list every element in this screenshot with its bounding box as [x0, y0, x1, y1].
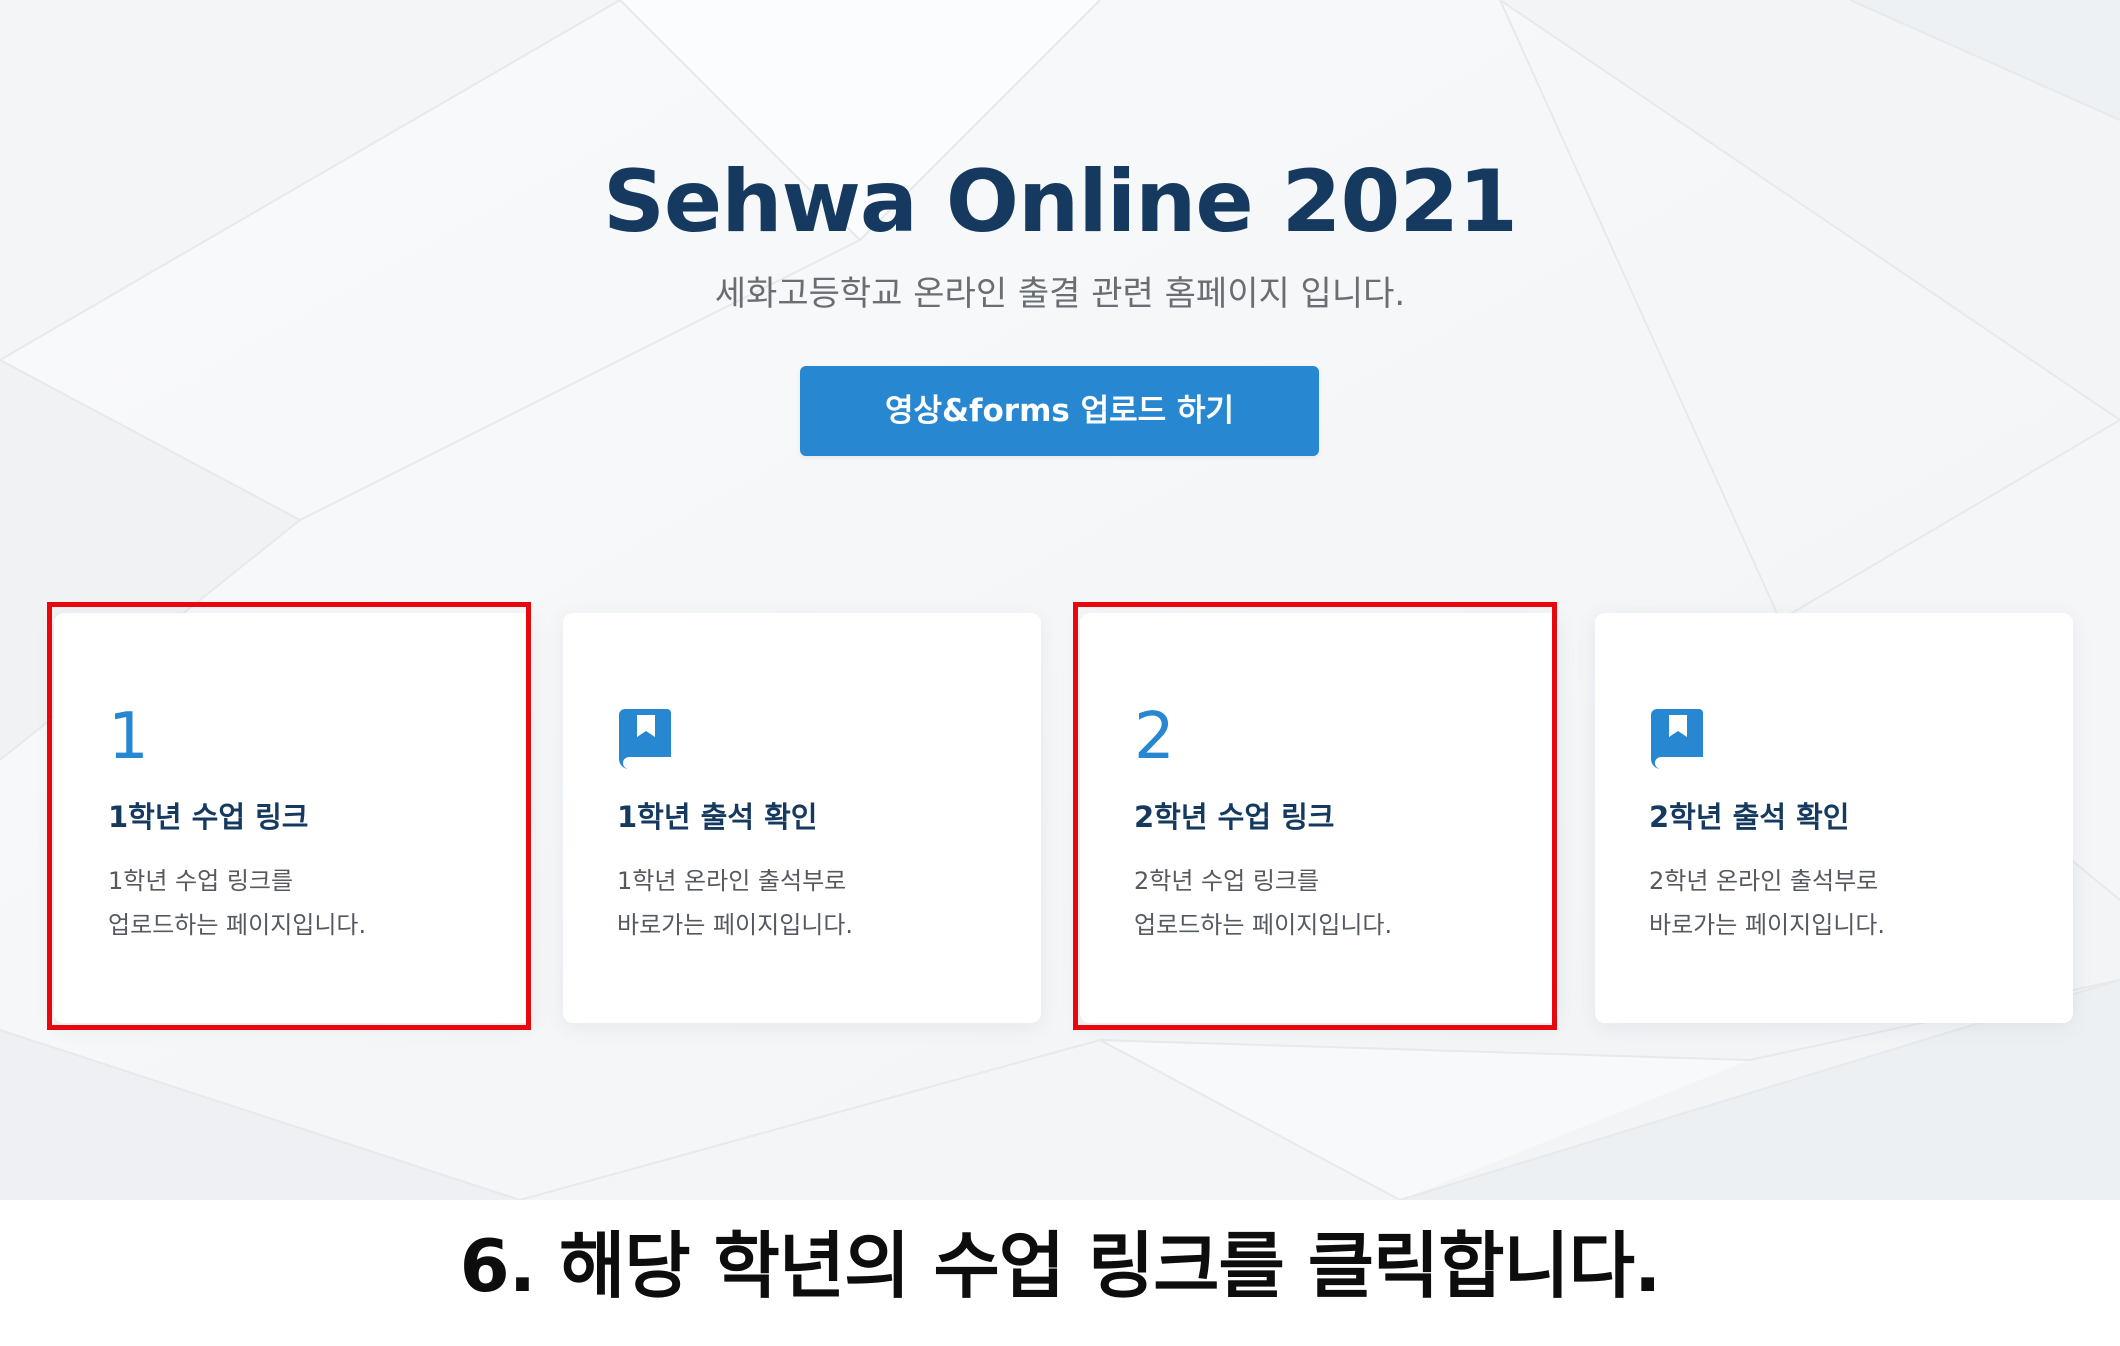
card-description-line: 2학년 온라인 출석부로 — [1649, 867, 1879, 895]
card-description-line: 2학년 수업 링크를 — [1134, 867, 1320, 895]
upload-video-forms-button[interactable]: 영상&forms 업로드 하기 — [800, 366, 1319, 456]
card-description: 2학년 수업 링크를 업로드하는 페이지입니다. — [1134, 859, 1392, 947]
card-title: 1학년 수업 링크 — [108, 800, 309, 834]
card-grade2-class-link[interactable]: 2 2학년 수업 링크 2학년 수업 링크를 업로드하는 페이지입니다. — [1080, 613, 1558, 1023]
card-grade1-attendance[interactable]: 1학년 출석 확인 1학년 온라인 출석부로 바로가는 페이지입니다. — [563, 613, 1041, 1023]
card-description: 2학년 온라인 출석부로 바로가는 페이지입니다. — [1649, 859, 1885, 947]
card-description: 1학년 수업 링크를 업로드하는 페이지입니다. — [108, 859, 366, 947]
book-icon — [1651, 709, 1703, 769]
card-description-line: 바로가는 페이지입니다. — [1649, 911, 1886, 939]
page-subtitle: 세화고등학교 온라인 출결 관련 홈페이지 입니다. — [714, 274, 1406, 314]
hero-section: Sehwa Online 2021 세화고등학교 온라인 출결 관련 홈페이지 … — [0, 0, 2120, 1200]
card-description: 1학년 온라인 출석부로 바로가는 페이지입니다. — [617, 859, 853, 947]
card-description-line: 업로드하는 페이지입니다. — [108, 911, 367, 939]
page-title: Sehwa Online 2021 — [602, 152, 1518, 252]
card-description-line: 1학년 수업 링크를 — [108, 867, 294, 895]
card-grade2-attendance[interactable]: 2학년 출석 확인 2학년 온라인 출석부로 바로가는 페이지입니다. — [1595, 613, 2073, 1023]
card-grade1-class-link[interactable]: 1 1학년 수업 링크 1학년 수업 링크를 업로드하는 페이지입니다. — [54, 613, 532, 1023]
screenshot-stage: Sehwa Online 2021 세화고등학교 온라인 출결 관련 홈페이지 … — [0, 0, 2120, 1346]
grade-number-badge: 1 — [108, 700, 149, 774]
tutorial-caption: 6. 해당 학년의 수업 링크를 클릭합니다. — [459, 1224, 1662, 1308]
card-title: 2학년 수업 링크 — [1134, 800, 1335, 834]
card-description-line: 1학년 온라인 출석부로 — [617, 867, 847, 895]
card-title: 1학년 출석 확인 — [617, 800, 818, 834]
book-icon — [619, 709, 671, 769]
card-title: 2학년 출석 확인 — [1649, 800, 1850, 834]
card-description-line: 바로가는 페이지입니다. — [617, 911, 854, 939]
card-description-line: 업로드하는 페이지입니다. — [1134, 911, 1393, 939]
grade-number-badge: 2 — [1134, 700, 1175, 774]
